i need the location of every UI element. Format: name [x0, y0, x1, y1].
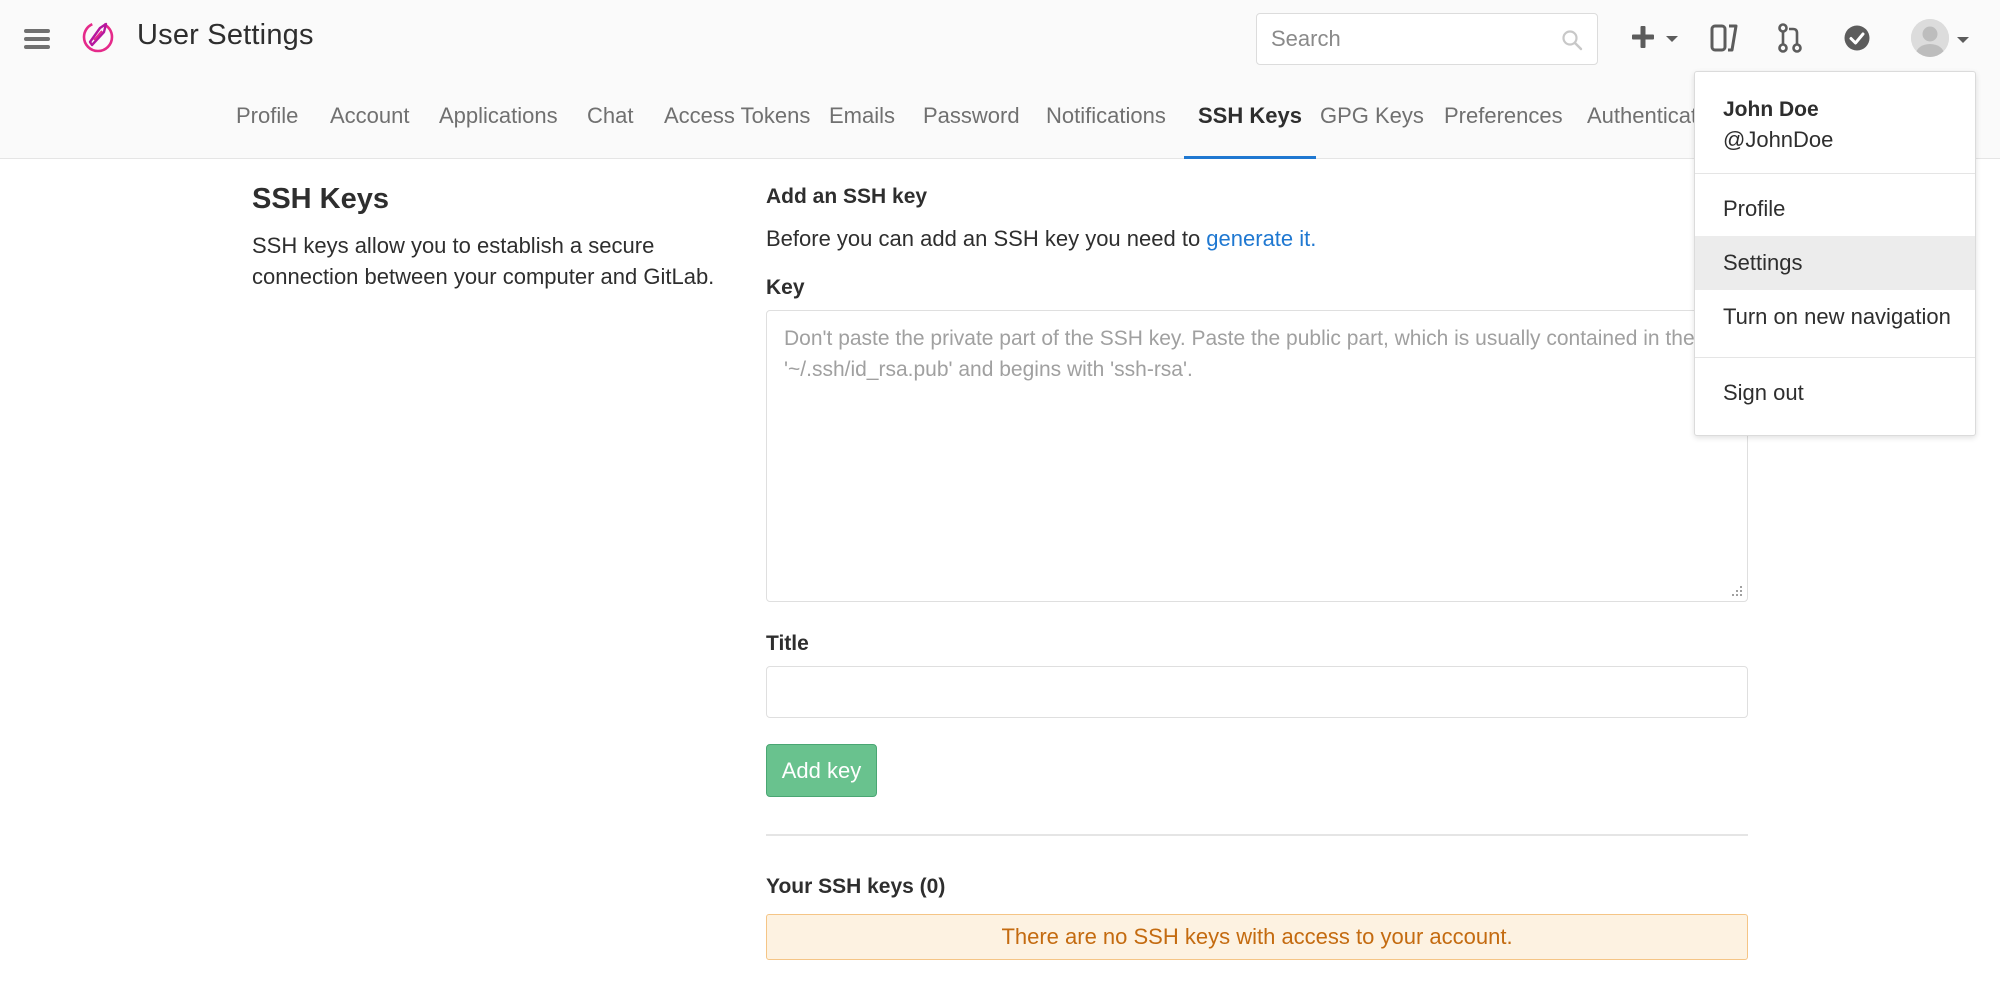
menu-item-settings[interactable]: Settings: [1695, 236, 1975, 290]
merge-request-icon[interactable]: [1776, 22, 1804, 54]
menu-item-profile[interactable]: Profile: [1695, 182, 1975, 236]
ssh-keys-list-heading: Your SSH keys (0): [766, 875, 946, 898]
chevron-down-icon[interactable]: [1956, 35, 1970, 45]
tab-notifications[interactable]: Notifications: [1046, 90, 1166, 159]
search-icon: [1562, 30, 1583, 51]
resize-handle-icon[interactable]: [1728, 584, 1744, 600]
help-text: Before you can add an SSH key you need t…: [766, 226, 1207, 251]
plus-icon[interactable]: [1630, 24, 1656, 50]
hamburger-menu-icon[interactable]: [24, 28, 50, 50]
tab-authentication[interactable]: Authenticat: [1587, 90, 1697, 159]
generate-key-link[interactable]: generate it.: [1206, 226, 1316, 251]
empty-keys-alert: There are no SSH keys with access to you…: [766, 914, 1748, 960]
tab-preferences[interactable]: Preferences: [1444, 90, 1563, 159]
tab-gpg-keys[interactable]: GPG Keys: [1320, 90, 1424, 159]
title-label: Title: [766, 632, 809, 655]
tab-chat[interactable]: Chat: [587, 90, 633, 159]
title-input[interactable]: [766, 666, 1748, 718]
key-textarea[interactable]: [766, 310, 1748, 602]
section-description: SSH keys allow you to establish a secure…: [252, 233, 715, 289]
chevron-down-icon[interactable]: [1665, 34, 1679, 44]
tab-password[interactable]: Password: [923, 90, 1020, 159]
menu-item-sign-out[interactable]: Sign out: [1695, 366, 1975, 420]
check-circle-icon[interactable]: [1843, 24, 1871, 52]
app-logo[interactable]: [80, 18, 116, 54]
page-title: User Settings: [137, 19, 314, 51]
menu-item-new-navigation[interactable]: Turn on new navigation: [1695, 290, 1975, 344]
form-heading: Add an SSH key: [766, 185, 928, 208]
user-display-name: John Doe: [1723, 98, 1819, 121]
avatar[interactable]: [1911, 19, 1949, 57]
tab-account[interactable]: Account: [330, 90, 410, 159]
divider: [766, 834, 1748, 836]
key-label: Key: [766, 276, 805, 299]
section-title: SSH Keys: [252, 183, 390, 215]
add-key-button[interactable]: Add key: [766, 744, 877, 797]
search-field[interactable]: [1256, 13, 1598, 65]
tab-profile[interactable]: Profile: [236, 90, 298, 159]
tab-applications[interactable]: Applications: [439, 90, 558, 159]
search-input[interactable]: [1257, 14, 1557, 64]
form-help-text: Before you can add an SSH key you need t…: [766, 226, 1316, 252]
tab-ssh-keys[interactable]: SSH Keys: [1184, 90, 1316, 159]
user-handle: @JohnDoe: [1723, 127, 1834, 152]
menu-divider: [1695, 357, 1975, 358]
user-dropdown-menu: John Doe @JohnDoe Profile Settings Turn …: [1694, 71, 1976, 436]
layout-panel-icon[interactable]: [1710, 23, 1738, 53]
menu-divider: [1695, 173, 1975, 174]
tab-emails[interactable]: Emails: [829, 90, 895, 159]
tab-access-tokens[interactable]: Access Tokens: [664, 90, 810, 159]
